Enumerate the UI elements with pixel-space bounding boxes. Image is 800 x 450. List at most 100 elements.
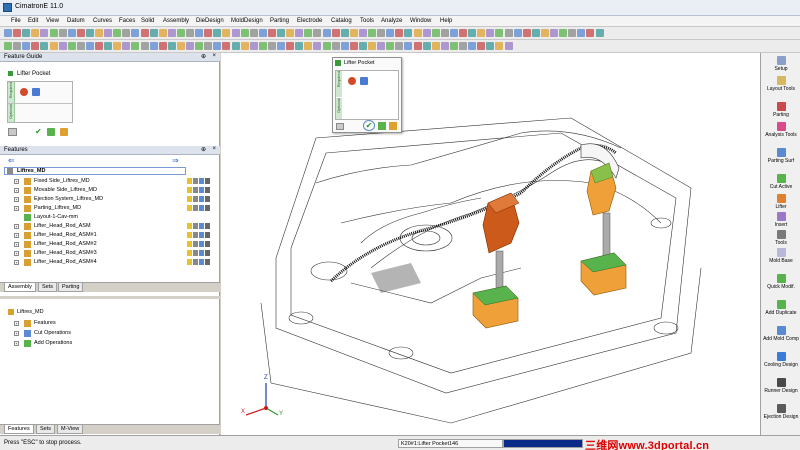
toolbar-button-icon[interactable] (477, 29, 486, 37)
tree-row[interactable]: + Parting_Liftres_MD (14, 204, 219, 213)
toolbar-button-icon[interactable] (104, 42, 113, 50)
toolbar-button-icon[interactable] (495, 42, 504, 50)
close-icon[interactable]: × (212, 53, 216, 59)
toolbar-button-icon[interactable] (158, 42, 167, 50)
toolbar-button-icon[interactable] (304, 42, 313, 50)
back-arrow-icon[interactable]: ⇐ (8, 157, 15, 165)
tool-add-mold-comp[interactable]: Add Mold Comp (761, 326, 800, 342)
pin-icon[interactable]: ⊕ (201, 146, 206, 153)
cancel-icon[interactable] (60, 128, 68, 136)
toolbar-button-icon[interactable] (176, 29, 185, 37)
tool-layout-tools[interactable]: Layout Tools (761, 76, 800, 92)
menu-catalog[interactable]: Catalog (331, 18, 352, 24)
tree-row[interactable]: + Lifter_Head_Rod_ASM#3 (14, 249, 219, 258)
toolbar-button-icon[interactable] (440, 29, 449, 37)
toolbar-button-icon[interactable] (440, 42, 449, 50)
select-pocket-icon[interactable] (348, 77, 356, 85)
toolbar-button-icon[interactable] (386, 42, 395, 50)
tool-analysis-tools[interactable]: Analysis Tools (761, 122, 800, 138)
toolbar-button-icon[interactable] (331, 29, 340, 37)
tool-ejection-design[interactable]: Ejection Design (761, 404, 800, 420)
toolbar-button-icon[interactable] (204, 29, 213, 37)
tab-features[interactable]: Features (4, 425, 34, 434)
toolbar-button-icon[interactable] (504, 29, 513, 37)
toolbar-button-icon[interactable] (513, 29, 522, 37)
toolbar-button-icon[interactable] (40, 42, 49, 50)
menu-tools[interactable]: Tools (360, 18, 374, 24)
toolbar-button-icon[interactable] (95, 29, 103, 37)
options-icon[interactable] (8, 128, 17, 136)
toolbar-button-icon[interactable] (176, 42, 185, 50)
toolbar-button-icon[interactable] (349, 42, 358, 50)
tree-row[interactable]: + Movable Side_Liftres_MD (14, 186, 219, 195)
menu-file[interactable]: File (11, 18, 21, 24)
toolbar-button-icon[interactable] (258, 29, 267, 37)
toolbar-button-icon[interactable] (231, 42, 240, 50)
options-icon[interactable] (336, 123, 344, 130)
toolbar-button-icon[interactable] (13, 29, 22, 37)
toolbar-button-icon[interactable] (167, 42, 176, 50)
toolbar-button-icon[interactable] (404, 42, 413, 50)
tool-mold-base[interactable]: Mold Base (761, 248, 800, 264)
toolbar-button-icon[interactable] (349, 29, 358, 37)
toolbar-button-icon[interactable] (568, 29, 577, 37)
expand-icon[interactable]: + (14, 321, 19, 326)
toolbar-button-icon[interactable] (449, 42, 458, 50)
toolbar-button-icon[interactable] (140, 29, 149, 37)
toolbar-button-icon[interactable] (4, 29, 12, 37)
toolbar-button-icon[interactable] (586, 29, 595, 37)
toolbar-button-icon[interactable] (286, 42, 295, 50)
toolbar-button-icon[interactable] (449, 29, 458, 37)
toolbar-button-icon[interactable] (31, 29, 40, 37)
tab-sets[interactable]: Sets (38, 283, 58, 292)
toolbar-button-icon[interactable] (495, 29, 504, 37)
toolbar-button-icon[interactable] (404, 29, 413, 37)
toolbar-button-icon[interactable] (286, 29, 295, 37)
tool-cooling-design[interactable]: Cooling Design (761, 352, 800, 368)
graphics-viewport[interactable]: Z X Y (221, 53, 760, 435)
toolbar-button-icon[interactable] (195, 42, 204, 50)
expand-icon[interactable]: + (14, 260, 19, 265)
menu-solid[interactable]: Solid (141, 18, 154, 24)
menu-molddesign[interactable]: MoldDesign (231, 18, 263, 24)
toolbar-button-icon[interactable] (422, 42, 431, 50)
tab-m-view[interactable]: M-View (57, 425, 84, 434)
toolbar-button-icon[interactable] (85, 42, 94, 50)
menu-diedesign[interactable]: DieDesign (196, 18, 224, 24)
tab-sets[interactable]: Sets (36, 425, 56, 434)
toolbar-button-icon[interactable] (313, 42, 322, 50)
expand-icon[interactable]: + (14, 233, 19, 238)
tree-row[interactable]: + Lifter_Head_Rod_ASM#1 (14, 231, 219, 240)
toolbar-button-icon[interactable] (504, 42, 513, 50)
toolbar-button-icon[interactable] (313, 29, 322, 37)
toolbar-button-icon[interactable] (122, 29, 131, 37)
cancel-icon[interactable] (389, 122, 397, 130)
toolbar-button-icon[interactable] (49, 29, 58, 37)
tool-quick-modif[interactable]: Quick Modif. (761, 274, 800, 290)
expand-icon[interactable]: + (14, 197, 19, 202)
toolbar-button-icon[interactable] (140, 42, 149, 50)
expand-icon[interactable]: + (14, 331, 19, 336)
toolbar-button-icon[interactable] (468, 42, 477, 50)
toolbar-button-icon[interactable] (186, 29, 194, 37)
toolbar-button-icon[interactable] (358, 29, 367, 37)
toolbar-button-icon[interactable] (113, 29, 122, 37)
toolbar-button-icon[interactable] (76, 29, 85, 37)
pin-icon[interactable]: ⊕ (201, 53, 206, 60)
toolbar-button-icon[interactable] (413, 29, 422, 37)
toolbar-button-icon[interactable] (4, 42, 12, 50)
toolbar-button-icon[interactable] (22, 42, 31, 50)
toolbar-button-icon[interactable] (395, 29, 404, 37)
toolbar-button-icon[interactable] (67, 29, 76, 37)
toolbar-button-icon[interactable] (113, 42, 122, 50)
menu-view[interactable]: View (46, 18, 59, 24)
toolbar-button-icon[interactable] (304, 29, 313, 37)
toolbar-button-icon[interactable] (340, 42, 349, 50)
expand-icon[interactable]: + (14, 224, 19, 229)
toolbar-button-icon[interactable] (368, 42, 376, 50)
toolbar-button-icon[interactable] (122, 42, 131, 50)
toolbar-button-icon[interactable] (377, 29, 386, 37)
toolbar-button-icon[interactable] (431, 42, 440, 50)
toolbar-button-icon[interactable] (358, 42, 367, 50)
toolbar-button-icon[interactable] (131, 29, 140, 37)
